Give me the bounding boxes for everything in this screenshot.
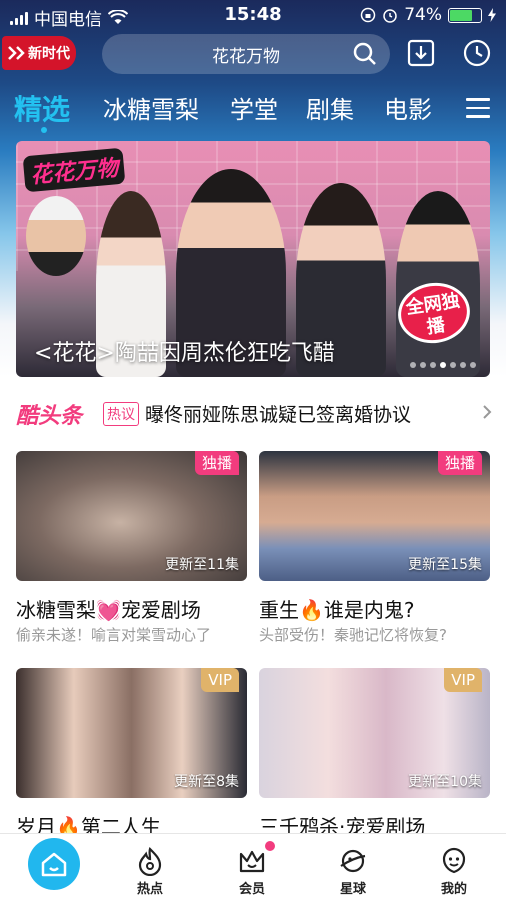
video-subtitle: 偷亲未遂！喻言对棠雪动心了 xyxy=(16,626,212,644)
nav-label: 会员 xyxy=(238,882,265,897)
brand-logo-text: 新时代 xyxy=(28,46,70,62)
page-dot-active xyxy=(440,362,446,368)
banner-pagination xyxy=(410,362,476,368)
planet-icon xyxy=(340,849,366,873)
banner-title: <花花>陶喆因周杰伦狂吃飞醋 xyxy=(34,341,335,366)
menu-icon[interactable] xyxy=(466,98,490,118)
update-status: 更新至8集 xyxy=(174,774,239,790)
tab-series[interactable]: 剧集 xyxy=(306,90,354,125)
tab-academy[interactable]: 学堂 xyxy=(230,90,278,125)
video-card[interactable]: 独播 更新至11集 冰糖雪梨💓宠爱剧场 偷亲未遂！喻言对棠雪动心了 xyxy=(16,451,247,644)
headline-text: 曝佟丽娅陈思诚疑已签离婚协议 xyxy=(145,404,412,426)
download-icon[interactable] xyxy=(406,38,436,68)
search-row: 新时代 花花万物 xyxy=(0,34,506,74)
exclusive-badge: 独播 xyxy=(194,451,239,475)
video-title: 重生🔥谁是内鬼? xyxy=(259,598,415,622)
tab-bingtang-xueli[interactable]: 冰糖雪梨 xyxy=(103,90,199,125)
hot-topic-tag: 热议 xyxy=(103,402,139,426)
category-tabs: 精选 冰糖雪梨 学堂 剧集 电影 xyxy=(0,86,506,136)
rotation-lock-icon xyxy=(360,7,376,23)
page-dot xyxy=(420,362,426,368)
app-screen: 中国电信 15:48 74% 新时代 花花万物 精选 冰糖雪梨 学堂 剧集 电影… xyxy=(0,0,506,900)
update-status: 更新至15集 xyxy=(408,557,482,573)
charging-icon xyxy=(488,8,496,22)
search-bar[interactable]: 花花万物 xyxy=(102,34,390,74)
tab-featured[interactable]: 精选 xyxy=(14,88,70,128)
active-tab-indicator xyxy=(41,127,47,133)
vip-badge: VIP xyxy=(201,668,239,692)
video-subtitle: 头部受伤！秦驰记忆将恢复? xyxy=(259,626,447,644)
status-bar: 中国电信 15:48 74% xyxy=(0,0,506,30)
page-dot xyxy=(410,362,416,368)
video-card[interactable]: VIP 更新至8集 岁月🔥第二人生 xyxy=(16,668,247,839)
alarm-icon xyxy=(383,9,397,23)
page-dot xyxy=(460,362,466,368)
headline-row[interactable]: 酷头条 热议 曝佟丽娅陈思诚疑已签离婚协议 xyxy=(0,396,506,432)
crown-icon xyxy=(239,850,265,873)
double-chevron-icon xyxy=(8,46,25,60)
exclusive-badge: 独播 xyxy=(437,451,482,475)
chevron-right-icon xyxy=(483,405,492,419)
nav-label: 热点 xyxy=(136,882,163,897)
battery-percent: 74% xyxy=(404,5,442,25)
banner-avatar xyxy=(26,196,86,276)
update-status: 更新至11集 xyxy=(165,557,239,573)
bottom-nav: 热点 会员 星球 我的 xyxy=(0,833,506,900)
video-card[interactable]: 独播 更新至15集 重生🔥谁是内鬼? 头部受伤！秦驰记忆将恢复? xyxy=(259,451,490,644)
vip-badge: VIP xyxy=(444,668,482,692)
headline-brand: 酷头条 xyxy=(16,404,83,429)
video-title: 冰糖雪梨💓宠爱剧场 xyxy=(16,598,201,622)
nav-label: 星球 xyxy=(339,882,366,897)
update-status: 更新至10集 xyxy=(408,774,482,790)
search-icon[interactable] xyxy=(352,41,378,67)
profile-icon xyxy=(442,847,466,874)
brand-logo[interactable]: 新时代 xyxy=(2,36,76,70)
home-icon xyxy=(41,852,67,877)
battery-icon xyxy=(448,7,482,23)
page-dot xyxy=(470,362,476,368)
home-button[interactable] xyxy=(28,838,80,890)
fire-icon xyxy=(138,846,162,876)
page-dot xyxy=(430,362,436,368)
history-icon[interactable] xyxy=(462,38,492,68)
page-dot xyxy=(450,362,456,368)
tab-movies[interactable]: 电影 xyxy=(384,90,432,125)
nav-label: 我的 xyxy=(440,882,467,897)
video-card[interactable]: VIP 更新至10集 三千鸦杀·宠爱剧场 xyxy=(259,668,490,839)
notification-dot xyxy=(265,841,275,851)
search-placeholder: 花花万物 xyxy=(212,46,280,67)
